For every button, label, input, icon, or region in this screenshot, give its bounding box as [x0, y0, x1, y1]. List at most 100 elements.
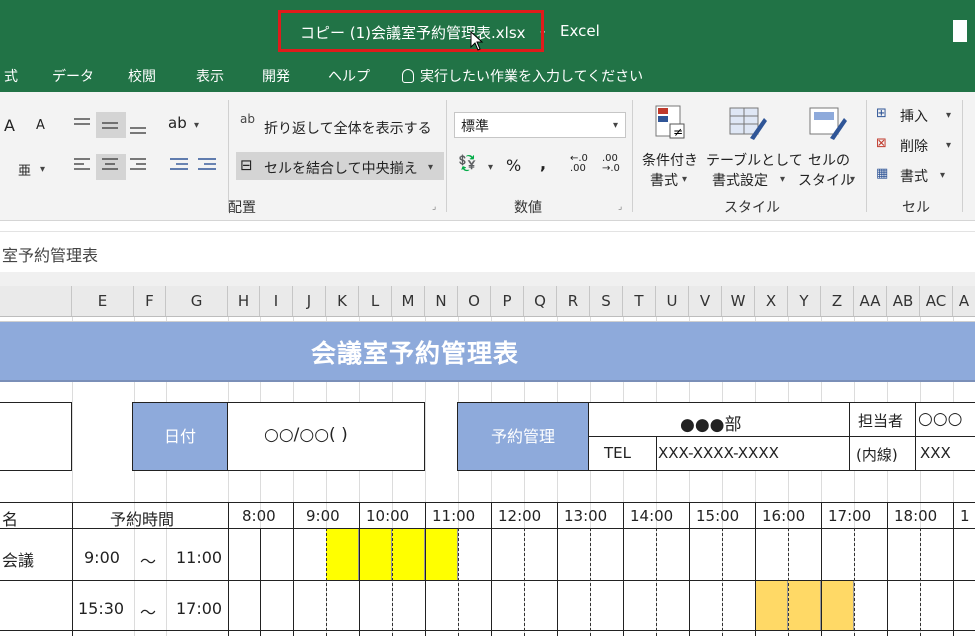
table-format-label-2[interactable]: 書式設定 — [712, 170, 768, 190]
column-header[interactable]: V — [689, 286, 722, 316]
column-header[interactable]: W — [722, 286, 755, 316]
tab-view[interactable]: 表示 — [196, 66, 224, 86]
formula-bar[interactable]: 室予約管理表 — [0, 231, 975, 273]
booking-slot[interactable] — [425, 529, 458, 580]
wrap-text-button[interactable]: 折り返して全体を表示する — [264, 118, 432, 138]
indent-icons[interactable] — [168, 156, 222, 176]
decrease-decimal-button[interactable]: .00 →.0 — [602, 154, 620, 174]
number-format-select[interactable]: 標準 ▾ — [454, 112, 626, 138]
currency-dropdown-icon[interactable]: ▾ — [488, 162, 493, 173]
column-header[interactable]: I — [260, 286, 293, 316]
column-header[interactable]: O — [458, 286, 491, 316]
booking-slot[interactable] — [359, 529, 392, 580]
column-header[interactable]: Y — [788, 286, 821, 316]
cond-format-label-2[interactable]: 書式 — [650, 170, 678, 190]
name-column-header: 名 — [2, 510, 19, 529]
alignment-dialog-launcher-icon[interactable]: ⌟ — [432, 202, 436, 212]
conditional-format-icon[interactable]: ≠ — [654, 104, 688, 144]
booking-slot[interactable] — [821, 581, 854, 630]
cell-styles-dropdown-icon[interactable]: ▾ — [850, 174, 855, 185]
sheet-banner[interactable]: 会議室予約管理表 — [0, 321, 975, 382]
column-header[interactable]: M — [392, 286, 425, 316]
cond-format-dropdown-icon[interactable]: ▾ — [682, 174, 687, 185]
department-name: ●●●部 — [680, 415, 742, 435]
delete-cells-button[interactable]: 削除 — [900, 136, 928, 156]
worksheet-grid[interactable]: 会議室予約管理表 日付 ○○/○○( ) 予約管理 ●●●部 TEL XXX-X… — [0, 317, 975, 636]
sheet-title: 会議室予約管理表 — [310, 339, 519, 368]
orientation-dropdown-icon[interactable]: ▾ — [194, 120, 199, 131]
column-header[interactable]: Q — [524, 286, 557, 316]
cell-styles-label-2[interactable]: スタイル — [798, 170, 854, 190]
number-dialog-launcher-icon[interactable]: ⌟ — [618, 202, 622, 212]
font-grow-button[interactable]: A — [4, 116, 15, 135]
merge-center-button[interactable]: セルを結合して中央揃え — [264, 158, 418, 178]
info-left-cell[interactable] — [0, 402, 72, 471]
column-header[interactable]: Z — [821, 286, 854, 316]
column-header[interactable]: A — [953, 286, 975, 316]
cell-styles-icon[interactable] — [808, 104, 848, 144]
comma-button[interactable]: , — [540, 154, 546, 173]
number-format-dropdown-icon[interactable]: ▾ — [613, 120, 618, 131]
hour-label: 17:00 — [828, 507, 872, 525]
column-header[interactable]: J — [293, 286, 326, 316]
format-as-table-icon[interactable] — [728, 104, 768, 144]
column-header[interactable]: H — [228, 286, 260, 316]
column-header[interactable]: X — [755, 286, 788, 316]
format-cells-button[interactable]: 書式 — [900, 166, 928, 186]
hour-label: 12:00 — [498, 507, 542, 525]
column-header[interactable]: K — [326, 286, 359, 316]
currency-format-icon[interactable]: 💱 — [458, 154, 477, 172]
tab-developer[interactable]: 開発 — [262, 66, 290, 86]
column-header[interactable]: N — [425, 286, 458, 316]
tab-formulas[interactable]: 式 — [4, 66, 18, 86]
hour-label: 14:00 — [630, 507, 674, 525]
column-header[interactable]: E — [72, 286, 134, 316]
manager-divider — [588, 436, 975, 437]
column-header[interactable]: AA — [854, 286, 887, 316]
tell-me-search[interactable]: 実行したい作業を入力してください — [402, 66, 643, 86]
phonetic-dropdown-icon[interactable]: ▾ — [40, 164, 45, 175]
cond-format-label-1[interactable]: 条件付き — [642, 150, 698, 170]
hour-label: 11:00 — [432, 507, 476, 525]
increase-decimal-button[interactable]: ←.0.00 — [570, 154, 588, 174]
tab-help[interactable]: ヘルプ — [328, 66, 370, 86]
column-header[interactable]: AB — [887, 286, 920, 316]
window-control-button[interactable] — [953, 20, 967, 42]
date-value-cell[interactable]: ○○/○○( ) — [227, 402, 425, 471]
date-label: 日付 — [132, 402, 228, 471]
table-format-dropdown-icon[interactable]: ▾ — [780, 174, 785, 185]
column-header[interactable]: L — [359, 286, 392, 316]
booking-slot[interactable] — [788, 581, 821, 630]
wrap-text-icon: ab — [240, 112, 255, 126]
tab-review[interactable]: 校閲 — [128, 66, 156, 86]
phonetic-guide-button[interactable]: 亜 — [18, 160, 31, 179]
column-header-D[interactable] — [0, 286, 72, 316]
table-format-label-1[interactable]: テーブルとして — [706, 150, 803, 170]
cell-styles-label-1[interactable]: セルの — [808, 150, 850, 170]
vertical-align-icons[interactable] — [72, 116, 152, 136]
horizontal-align-icons[interactable] — [72, 156, 152, 176]
tab-data[interactable]: データ — [52, 66, 94, 86]
column-header[interactable]: AC — [920, 286, 953, 316]
group-label-number: 数値 — [514, 200, 542, 216]
column-header[interactable]: T — [623, 286, 656, 316]
font-shrink-button[interactable]: A — [36, 118, 45, 133]
merge-dropdown-icon[interactable]: ▾ — [428, 162, 433, 173]
column-header[interactable]: S — [590, 286, 623, 316]
insert-cells-button[interactable]: 挿入 — [900, 106, 928, 126]
column-header[interactable]: R — [557, 286, 590, 316]
booking-slot[interactable] — [326, 529, 359, 580]
booking-slot[interactable] — [392, 529, 425, 580]
merge-center-icon: ⊟ — [240, 156, 253, 174]
orientation-icon[interactable]: ab — [168, 114, 187, 132]
manager-label: 予約管理 — [457, 402, 589, 471]
column-header[interactable]: F — [134, 286, 166, 316]
column-header[interactable]: G — [166, 286, 228, 316]
insert-dropdown-icon[interactable]: ▾ — [946, 110, 951, 121]
format-dropdown-icon[interactable]: ▾ — [940, 170, 945, 181]
column-header[interactable]: P — [491, 286, 524, 316]
delete-dropdown-icon[interactable]: ▾ — [946, 140, 951, 151]
column-header[interactable]: U — [656, 286, 689, 316]
booking-slot[interactable] — [755, 581, 788, 630]
percent-button[interactable]: % — [506, 156, 521, 175]
